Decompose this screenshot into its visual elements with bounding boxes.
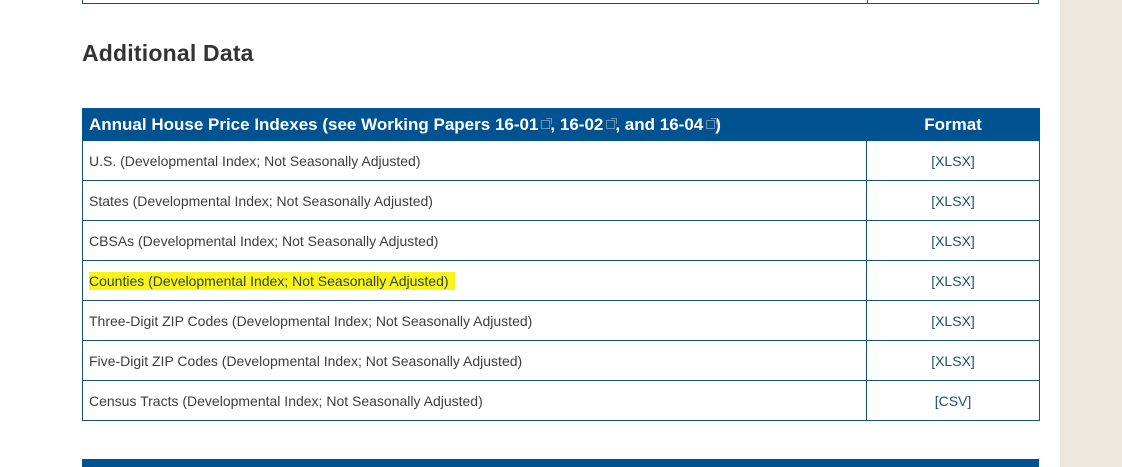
row-label-text: U.S. (Developmental Index; Not Seasonall…: [89, 152, 421, 169]
row-format: [CSV]: [866, 380, 1040, 421]
table-row: Three-Digit ZIP Codes (Developmental Ind…: [82, 300, 1040, 341]
row-label-text: States (Developmental Index; Not Seasona…: [89, 192, 433, 209]
table-header-row: Annual House Price Indexes (see Working …: [82, 108, 1040, 141]
download-csv-link[interactable]: [CSV]: [935, 393, 972, 409]
next-table-header: [82, 459, 1039, 467]
row-label-text: Three-Digit ZIP Codes (Developmental Ind…: [89, 312, 533, 329]
row-label: Census Tracts (Developmental Index; Not …: [82, 380, 867, 421]
right-rail: [1060, 0, 1122, 467]
download-xlsx-link[interactable]: [XLSX]: [931, 313, 975, 329]
row-label-text: CBSAs (Developmental Index; Not Seasonal…: [89, 232, 439, 249]
table-row: Census Tracts (Developmental Index; Not …: [82, 380, 1040, 421]
working-paper-16-02-link[interactable]: 16-02: [560, 115, 618, 134]
download-xlsx-link[interactable]: [XLSX]: [931, 353, 975, 369]
row-format: [XLSX]: [866, 300, 1040, 341]
download-xlsx-link[interactable]: [XLSX]: [931, 273, 975, 289]
table-row: CBSAs (Developmental Index; Not Seasonal…: [82, 220, 1040, 261]
header-separator: , and: [615, 114, 660, 134]
section-title: Additional Data: [82, 40, 254, 66]
table-header-title: Annual House Price Indexes (see Working …: [82, 108, 867, 141]
working-paper-16-04-link[interactable]: 16-04: [660, 115, 718, 134]
row-format: [XLSX]: [866, 260, 1040, 301]
working-paper-16-02-label[interactable]: 16-02: [560, 115, 603, 134]
download-xlsx-link[interactable]: [XLSX]: [931, 153, 975, 169]
header-title-text: Annual House Price Indexes (see Working …: [89, 114, 495, 134]
download-xlsx-link[interactable]: [XLSX]: [931, 193, 975, 209]
row-label: States (Developmental Index; Not Seasona…: [82, 180, 867, 221]
row-format: [XLSX]: [866, 340, 1040, 381]
external-link-icon: [541, 117, 553, 129]
annual-hpi-table: Annual House Price Indexes (see Working …: [82, 108, 1040, 421]
previous-table-divider: [867, 0, 868, 4]
row-label-text: Census Tracts (Developmental Index; Not …: [89, 392, 483, 409]
row-label-text-highlighted: Counties (Developmental Index; Not Seaso…: [89, 271, 455, 290]
table-row: States (Developmental Index; Not Seasona…: [82, 180, 1040, 221]
row-format: [XLSX]: [866, 220, 1040, 261]
table-row: Five-Digit ZIP Codes (Developmental Inde…: [82, 340, 1040, 381]
working-paper-16-04-label[interactable]: 16-04: [660, 115, 703, 134]
download-xlsx-link[interactable]: [XLSX]: [931, 233, 975, 249]
row-format: [XLSX]: [866, 180, 1040, 221]
row-label: CBSAs (Developmental Index; Not Seasonal…: [82, 220, 867, 261]
external-link-icon: [706, 117, 718, 129]
table-header-format: Format: [866, 108, 1040, 141]
row-label: Three-Digit ZIP Codes (Developmental Ind…: [82, 300, 867, 341]
row-label: Counties (Developmental Index; Not Seaso…: [82, 260, 867, 301]
row-label: U.S. (Developmental Index; Not Seasonall…: [82, 140, 867, 181]
row-label: Five-Digit ZIP Codes (Developmental Inde…: [82, 340, 867, 381]
working-paper-16-01-label[interactable]: 16-01: [495, 115, 538, 134]
table-row-highlighted: Counties (Developmental Index; Not Seaso…: [82, 260, 1040, 301]
external-link-icon: [606, 117, 618, 129]
previous-table-bottom: [82, 0, 1039, 4]
table-row: U.S. (Developmental Index; Not Seasonall…: [82, 140, 1040, 181]
row-format: [XLSX]: [866, 140, 1040, 181]
row-label-text: Five-Digit ZIP Codes (Developmental Inde…: [89, 352, 523, 369]
working-paper-16-01-link[interactable]: 16-01: [495, 115, 553, 134]
